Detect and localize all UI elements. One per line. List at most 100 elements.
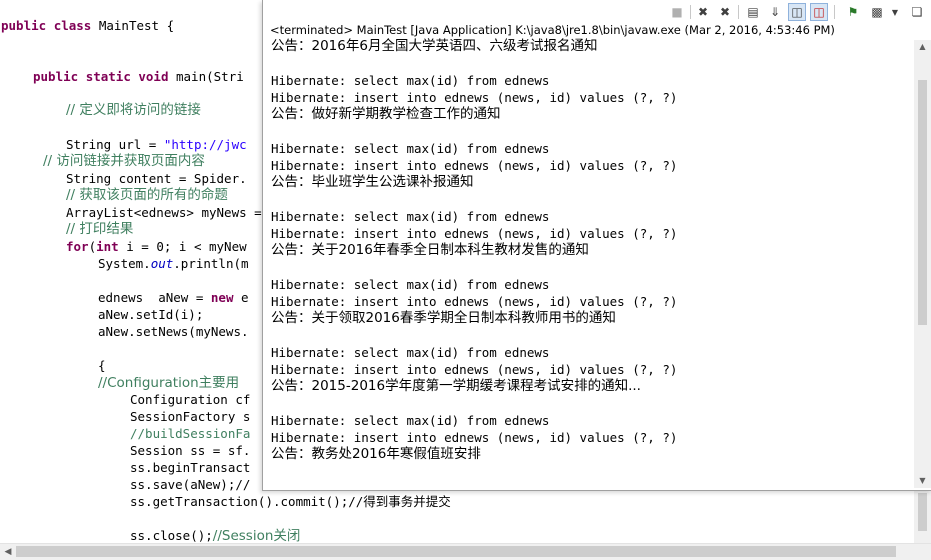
console-log-line: Hibernate: insert into ednews (news, id)… bbox=[271, 430, 678, 445]
code-line[interactable]: Configuration cf bbox=[130, 391, 250, 408]
code-line[interactable]: aNew.setNews(myNews. bbox=[98, 323, 249, 340]
editor-vertical-scroll-thumb[interactable] bbox=[918, 493, 927, 531]
editor-horizontal-scrollbar[interactable]: ◀ bbox=[0, 543, 931, 560]
open-console-icon[interactable]: ❏ bbox=[908, 3, 926, 21]
console-log-line: Hibernate: select max(id) from ednews bbox=[271, 141, 550, 156]
code-token: out bbox=[150, 256, 174, 271]
toolbar-separator bbox=[738, 5, 739, 19]
editor-vertical-scrollbar[interactable] bbox=[914, 485, 931, 543]
console-log-line: Hibernate: select max(id) from ednews bbox=[271, 413, 550, 428]
console-notice-line: 公告：关于2016年春季全日制本科生教材发售的通知 bbox=[271, 242, 589, 258]
code-token: int bbox=[96, 239, 119, 254]
code-token: String content = Spider. bbox=[66, 171, 247, 186]
code-token: "http://jwc bbox=[163, 137, 247, 152]
console-log-line: Hibernate: select max(id) from ednews bbox=[271, 209, 550, 224]
code-line[interactable]: ednews aNew = new e bbox=[98, 289, 249, 306]
console-vertical-scrollbar[interactable]: ▲ ▼ bbox=[914, 40, 931, 488]
console-view[interactable]: ■ ✖ ✖ ▤ ⇓ ◫ ◫ ⚑ ▩ ▼ ❏ <terminated> MainT… bbox=[262, 0, 931, 491]
console-toolbar: ■ ✖ ✖ ▤ ⇓ ◫ ◫ ⚑ ▩ ▼ ❏ bbox=[668, 1, 931, 23]
code-token: SessionFactory s bbox=[130, 409, 251, 424]
code-line[interactable]: // 获取该页面的所有的命题 bbox=[66, 186, 228, 203]
remove-all-terminated-icon[interactable]: ✖ bbox=[716, 3, 734, 21]
console-status: <terminated> MainTest [Java Application]… bbox=[270, 23, 835, 37]
terminate-icon[interactable]: ■ bbox=[668, 3, 686, 21]
code-token: ss.getTransaction().commit();//得到事务并提交 bbox=[130, 494, 451, 509]
console-log-line: Hibernate: insert into ednews (news, id)… bbox=[271, 362, 678, 377]
code-line[interactable]: for(int i = 0; i < myNew bbox=[66, 238, 247, 255]
remove-launch-icon[interactable]: ✖ bbox=[694, 3, 712, 21]
code-line[interactable]: //buildSessionFa bbox=[130, 425, 250, 442]
code-token: ( bbox=[88, 239, 97, 254]
toolbar-separator bbox=[690, 5, 691, 19]
console-vertical-scroll-thumb[interactable] bbox=[918, 80, 927, 325]
console-log-line: Hibernate: insert into ednews (news, id)… bbox=[271, 158, 678, 173]
code-token: Configuration cf bbox=[130, 392, 251, 407]
scroll-left-arrow-icon[interactable]: ◀ bbox=[2, 546, 14, 558]
scroll-down-arrow-icon[interactable]: ▼ bbox=[914, 474, 931, 488]
code-token: //buildSessionFa bbox=[130, 426, 251, 441]
code-line[interactable]: String content = Spider. bbox=[66, 170, 247, 187]
code-token: // 定义即将访问的链接 bbox=[66, 102, 201, 118]
code-token: ArrayList<ednews> myNews = bbox=[66, 205, 262, 220]
code-line[interactable]: ss.getTransaction().commit();//得到事务并提交 bbox=[130, 493, 451, 510]
code-token: void bbox=[138, 69, 169, 84]
code-line[interactable]: public static void main(Stri bbox=[33, 68, 244, 85]
pin-console-icon[interactable]: ⚑ bbox=[844, 3, 862, 21]
clear-console-icon[interactable]: ▤ bbox=[744, 3, 762, 21]
console-log-line: Hibernate: insert into ednews (news, id)… bbox=[271, 294, 678, 309]
display-console-icon[interactable]: ▩ bbox=[868, 3, 886, 21]
code-line[interactable]: // 访问链接并获取页面内容 bbox=[43, 152, 205, 169]
code-token: public bbox=[1, 18, 47, 33]
code-token: ss.close(); bbox=[130, 528, 213, 543]
code-token: .println(m bbox=[173, 256, 249, 271]
code-line[interactable]: ArrayList<ednews> myNews = bbox=[66, 204, 262, 221]
code-token: new bbox=[210, 290, 234, 305]
code-line[interactable]: SessionFactory s bbox=[130, 408, 250, 425]
code-line[interactable]: // 打印结果 bbox=[66, 220, 133, 237]
console-notice-line: 公告：2016年6月全国大学英语四、六级考试报名通知 bbox=[271, 38, 598, 54]
console-notice-line: 公告：关于领取2016春季学期全日制本科教师用书的通知 bbox=[271, 310, 616, 326]
code-token: static bbox=[85, 69, 131, 84]
editor-horizontal-scroll-thumb[interactable] bbox=[16, 546, 896, 557]
code-token: // 获取该页面的所有的命题 bbox=[66, 187, 228, 203]
console-log-line: Hibernate: insert into ednews (news, id)… bbox=[271, 90, 678, 105]
code-line[interactable]: //Configuration主要用 bbox=[98, 374, 239, 391]
code-token: System. bbox=[98, 256, 151, 271]
code-line[interactable]: { bbox=[98, 357, 106, 374]
code-line[interactable]: System.out.println(m bbox=[98, 255, 249, 272]
console-notice-line: 公告：毕业班学生公选课补报通知 bbox=[271, 174, 474, 190]
code-token: main(Stri bbox=[168, 69, 244, 84]
code-token: public bbox=[33, 69, 79, 84]
code-line[interactable]: public class MainTest { bbox=[1, 17, 174, 34]
code-token: // 打印结果 bbox=[66, 221, 134, 237]
show-console-on-stdout-icon[interactable]: ◫ bbox=[788, 3, 806, 21]
code-line[interactable]: ss.beginTransact bbox=[130, 459, 250, 476]
code-line[interactable]: ss.close();//Session关闭 bbox=[130, 527, 300, 544]
code-token: //Configuration主要用 bbox=[98, 375, 240, 391]
code-line[interactable]: Session ss = sf. bbox=[130, 442, 250, 459]
show-console-on-stderr-icon[interactable]: ◫ bbox=[810, 3, 828, 21]
code-line[interactable]: String url = "http://jwc bbox=[66, 136, 247, 153]
code-token: for bbox=[66, 239, 89, 254]
code-line[interactable]: // 定义即将访问的链接 bbox=[66, 101, 201, 118]
chevron-down-icon[interactable]: ▼ bbox=[886, 3, 904, 21]
code-token: // 访问链接并获取页面内容 bbox=[43, 153, 205, 169]
console-log-line: Hibernate: select max(id) from ednews bbox=[271, 345, 550, 360]
code-token: i = 0; i < myNew bbox=[118, 239, 247, 254]
code-token: //Session关闭 bbox=[212, 528, 301, 544]
code-token: ss.beginTransact bbox=[130, 460, 251, 475]
code-token: ss.save(aNew);// bbox=[130, 477, 251, 492]
scroll-up-arrow-icon[interactable]: ▲ bbox=[914, 40, 931, 54]
toolbar-separator bbox=[834, 5, 835, 19]
code-token: String url = bbox=[66, 137, 164, 152]
code-token: class bbox=[53, 18, 92, 33]
console-log-line: Hibernate: select max(id) from ednews bbox=[271, 277, 550, 292]
scroll-lock-icon[interactable]: ⇓ bbox=[766, 3, 784, 21]
code-token: aNew.setNews(myNews. bbox=[98, 324, 249, 339]
code-line[interactable]: ss.save(aNew);// bbox=[130, 476, 250, 493]
code-token: Session ss = sf. bbox=[130, 443, 251, 458]
code-line[interactable]: aNew.setId(i); bbox=[98, 306, 203, 323]
console-notice-line: 公告：做好新学期教学检查工作的通知 bbox=[271, 106, 501, 122]
